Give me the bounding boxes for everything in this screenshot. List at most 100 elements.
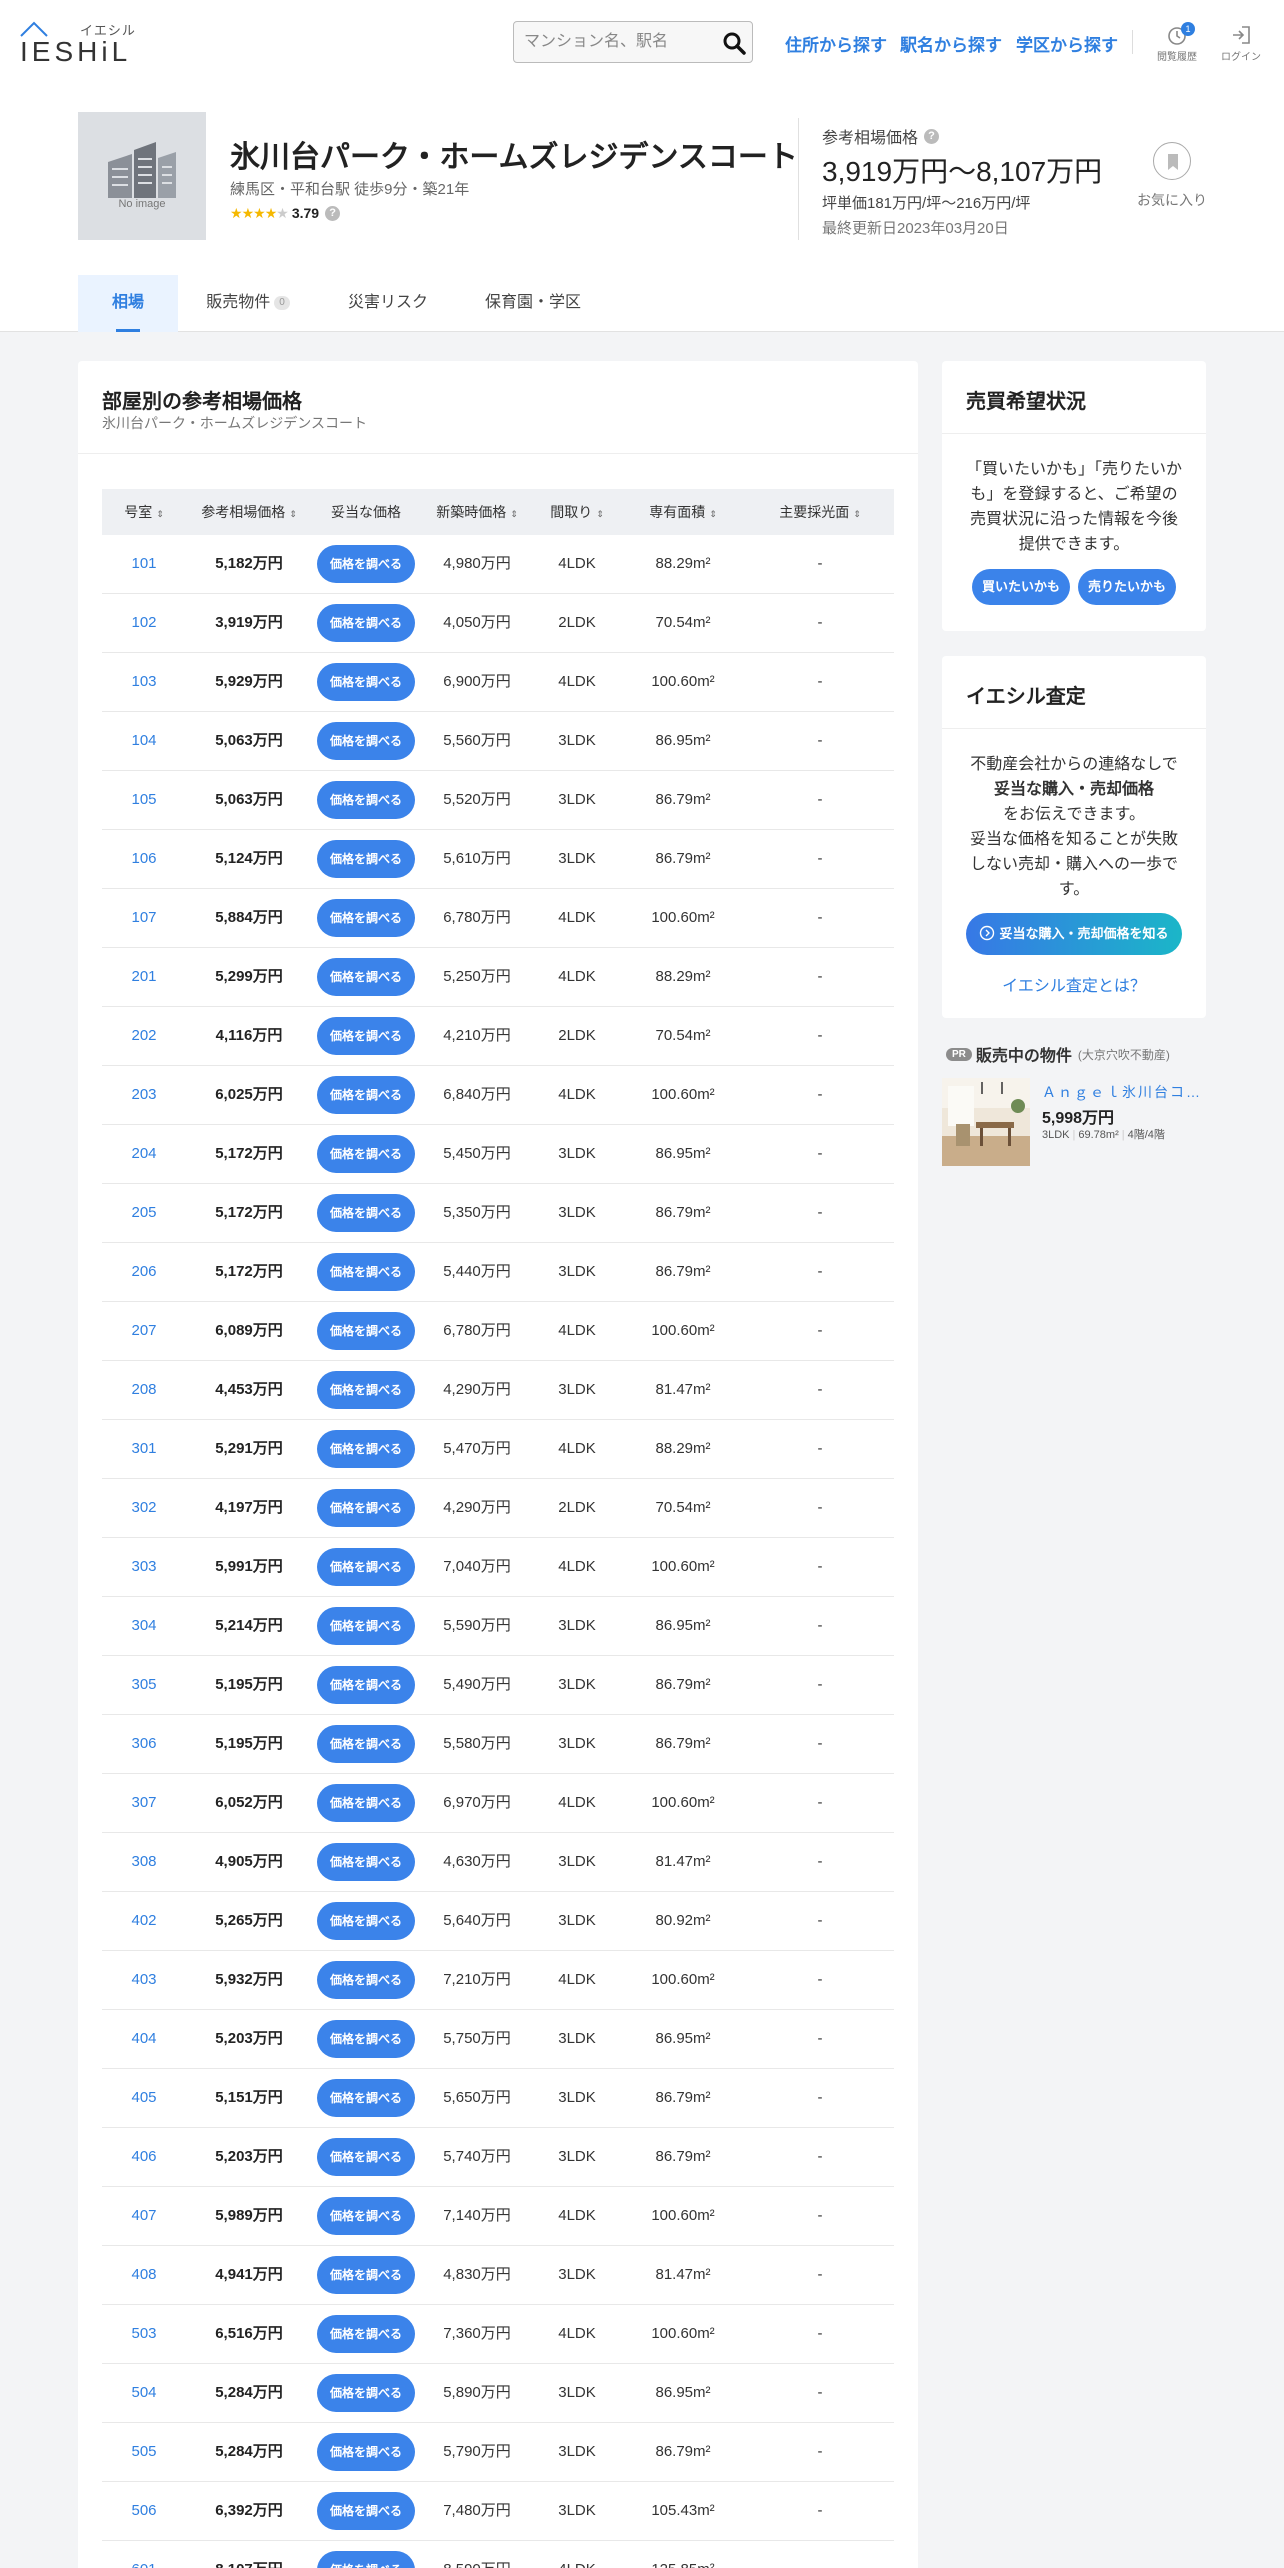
main-light: -: [817, 2325, 823, 2342]
nav-by-address[interactable]: 住所から探す: [785, 31, 887, 56]
check-price-button[interactable]: 価格を調べる: [317, 781, 415, 819]
check-price-button[interactable]: 価格を調べる: [317, 545, 415, 583]
room-number-link[interactable]: 404: [102, 2010, 186, 2068]
check-price-button[interactable]: 価格を調べる: [317, 1666, 415, 1704]
check-price-button[interactable]: 価格を調べる: [317, 1194, 415, 1232]
col-floor-area-header[interactable]: 専有面積 ⇕: [620, 489, 746, 535]
check-price-button[interactable]: 価格を調べる: [317, 1607, 415, 1645]
check-price-button[interactable]: 価格を調べる: [317, 1489, 415, 1527]
check-price-button[interactable]: 価格を調べる: [317, 1961, 415, 1999]
room-number-link[interactable]: 207: [102, 1302, 186, 1360]
check-price-button[interactable]: 価格を調べる: [317, 663, 415, 701]
check-price-button[interactable]: 価格を調べる: [317, 2433, 415, 2471]
login-button[interactable]: ログイン: [1216, 22, 1266, 64]
room-number-link[interactable]: 504: [102, 2364, 186, 2422]
ieshil-logo[interactable]: イエシル IESHiL: [20, 20, 140, 67]
room-number-link[interactable]: 205: [102, 1184, 186, 1242]
floor-area: 86.95m²: [655, 2384, 711, 2401]
nav-by-school[interactable]: 学区から探す: [1016, 31, 1118, 56]
check-price-button[interactable]: 価格を調べる: [317, 1548, 415, 1586]
room-number-link[interactable]: 301: [102, 1420, 186, 1478]
room-number-link[interactable]: 503: [102, 2305, 186, 2363]
tab-market-price[interactable]: 相場: [78, 275, 178, 332]
tab-disaster-risk[interactable]: 災害リスク: [318, 275, 458, 332]
check-price-button[interactable]: 価格を調べる: [317, 958, 415, 996]
col-layout-header[interactable]: 間取り ⇕: [534, 489, 620, 535]
check-price-button[interactable]: 価格を調べる: [317, 1253, 415, 1291]
check-price-button[interactable]: 価格を調べる: [317, 1076, 415, 1114]
col-new-price-header[interactable]: 新築時価格 ⇕: [420, 489, 534, 535]
col-main-light-header[interactable]: 主要採光面 ⇕: [746, 489, 894, 535]
room-number-link[interactable]: 302: [102, 1479, 186, 1537]
check-price-button[interactable]: 価格を調べる: [317, 604, 415, 642]
room-number-link[interactable]: 106: [102, 830, 186, 888]
check-price-button[interactable]: 価格を調べる: [317, 1725, 415, 1763]
room-number-link[interactable]: 406: [102, 2128, 186, 2186]
room-number-link[interactable]: 505: [102, 2423, 186, 2481]
room-number-link[interactable]: 306: [102, 1715, 186, 1773]
check-price-button[interactable]: 価格を調べる: [317, 840, 415, 878]
layout: 3LDK: [558, 1912, 596, 1929]
room-number-link[interactable]: 107: [102, 889, 186, 947]
check-price-button[interactable]: 価格を調べる: [317, 1843, 415, 1881]
check-price-button[interactable]: 価格を調べる: [317, 1017, 415, 1055]
nav-by-station[interactable]: 駅名から探す: [900, 31, 1002, 56]
check-price-button[interactable]: 価格を調べる: [317, 2315, 415, 2353]
check-price-button[interactable]: 価格を調べる: [317, 2551, 415, 2568]
check-price-button[interactable]: 価格を調べる: [317, 2079, 415, 2117]
check-price-button[interactable]: 価格を調べる: [317, 1784, 415, 1822]
rating-help-icon[interactable]: ?: [325, 205, 341, 221]
room-number-link[interactable]: 103: [102, 653, 186, 711]
room-number-link[interactable]: 105: [102, 771, 186, 829]
room-number-link[interactable]: 506: [102, 2482, 186, 2540]
room-number-link[interactable]: 202: [102, 1007, 186, 1065]
col-room-number-header[interactable]: 号室 ⇕: [102, 489, 186, 535]
table-row: 304 5,214万円 価格を調べる 5,590万円 3LDK 86.95m² -: [102, 1597, 894, 1656]
tab-for-sale[interactable]: 販売物件 0: [178, 275, 318, 332]
room-number-link[interactable]: 408: [102, 2246, 186, 2304]
history-button[interactable]: 1 閲覧履歴: [1152, 22, 1202, 64]
check-price-button[interactable]: 価格を調べる: [317, 1312, 415, 1350]
room-number-link[interactable]: 407: [102, 2187, 186, 2245]
favorite-button[interactable]: お気に入り: [1132, 142, 1212, 210]
check-price-button[interactable]: 価格を調べる: [317, 1135, 415, 1173]
room-number-link[interactable]: 303: [102, 1538, 186, 1596]
about-assessment-link[interactable]: イエシル査定とは？: [966, 972, 1182, 996]
room-number-link[interactable]: 304: [102, 1597, 186, 1655]
check-price-button[interactable]: 価格を調べる: [317, 1902, 415, 1940]
search-input[interactable]: [514, 22, 714, 62]
check-price-button[interactable]: 価格を調べる: [317, 2256, 415, 2294]
col-reference-price-header[interactable]: 参考相場価格 ⇕: [186, 489, 312, 535]
want-to-sell-button[interactable]: 売りたいかも: [1078, 569, 1176, 605]
check-price-button[interactable]: 価格を調べる: [317, 899, 415, 937]
room-number-link[interactable]: 403: [102, 1951, 186, 2009]
price-help-icon[interactable]: ?: [924, 128, 940, 144]
check-price-button[interactable]: 価格を調べる: [317, 722, 415, 760]
search-icon[interactable]: [722, 31, 746, 55]
check-price-button[interactable]: 価格を調べる: [317, 1371, 415, 1409]
room-number-link[interactable]: 102: [102, 594, 186, 652]
check-price-button[interactable]: 価格を調べる: [317, 2374, 415, 2412]
want-to-buy-button[interactable]: 買いたいかも: [972, 569, 1070, 605]
check-price-button[interactable]: 価格を調べる: [317, 2197, 415, 2235]
pr-listing[interactable]: Ａｎｇｅｌ氷川台コート 5,998万円 3LDK|69.78m²|4階/4階: [942, 1078, 1206, 1168]
check-price-button[interactable]: 価格を調べる: [317, 1430, 415, 1468]
check-price-button[interactable]: 価格を調べる: [317, 2138, 415, 2176]
room-number-link[interactable]: 308: [102, 1833, 186, 1891]
room-number-link[interactable]: 402: [102, 1892, 186, 1950]
tab-nursery-school[interactable]: 保育園・学区: [458, 275, 608, 332]
room-number-link[interactable]: 307: [102, 1774, 186, 1832]
check-price-button[interactable]: 価格を調べる: [317, 2020, 415, 2058]
room-number-link[interactable]: 405: [102, 2069, 186, 2127]
room-number-link[interactable]: 203: [102, 1066, 186, 1124]
room-number-link[interactable]: 208: [102, 1361, 186, 1419]
check-price-button[interactable]: 価格を調べる: [317, 2492, 415, 2530]
room-number-link[interactable]: 101: [102, 535, 186, 593]
know-fair-price-button[interactable]: 妥当な購入・売却価格を知る: [966, 913, 1182, 955]
room-number-link[interactable]: 206: [102, 1243, 186, 1301]
room-number-link[interactable]: 204: [102, 1125, 186, 1183]
room-number-link[interactable]: 104: [102, 712, 186, 770]
room-number-link[interactable]: 601: [102, 2541, 186, 2568]
room-number-link[interactable]: 201: [102, 948, 186, 1006]
room-number-link[interactable]: 305: [102, 1656, 186, 1714]
